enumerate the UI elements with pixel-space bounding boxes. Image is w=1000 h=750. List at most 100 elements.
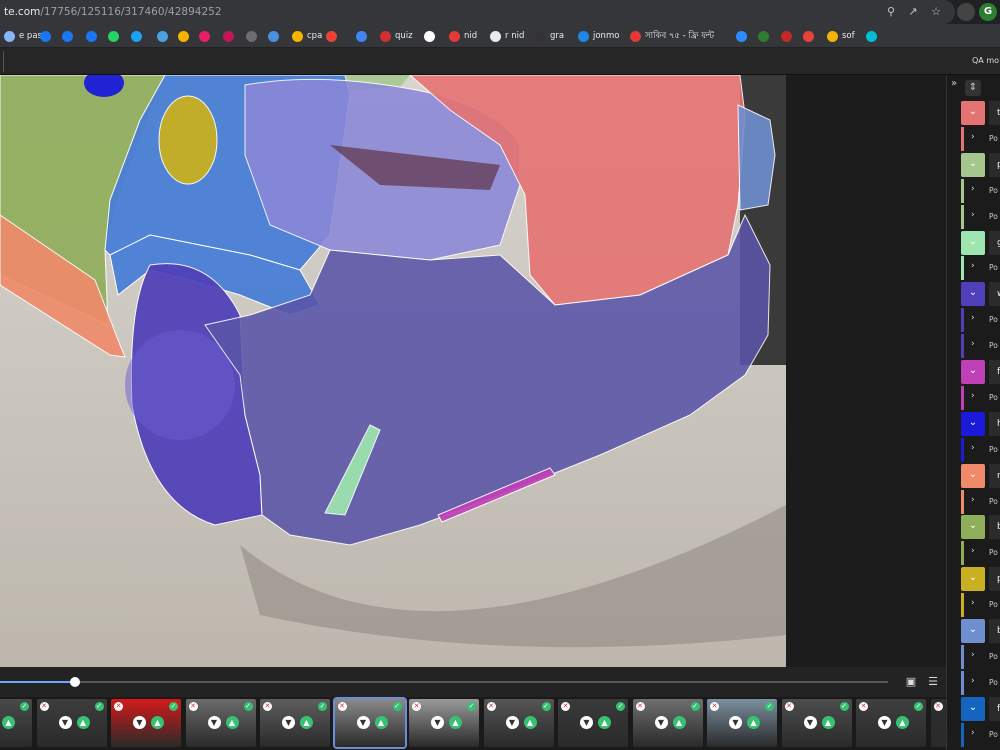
polygon-item[interactable]: › Po	[961, 334, 1000, 359]
thumbnail-item[interactable]: ✕✓▼▲	[0, 699, 32, 747]
thumbs-up-icon[interactable]: ▲	[449, 716, 462, 729]
chevron-right-icon[interactable]: ›	[971, 728, 975, 738]
reject-icon[interactable]: ✕	[39, 702, 49, 711]
chevron-down-icon[interactable]: ⌄	[961, 101, 985, 125]
chevron-down-icon[interactable]: ⌄	[961, 515, 985, 540]
bookmark-item[interactable]	[866, 28, 881, 44]
polygon-item[interactable]: › Po	[961, 385, 1000, 410]
polygon-item[interactable]: › Po	[961, 308, 1000, 333]
bookmark-item[interactable]	[40, 28, 55, 44]
thumbs-down-icon[interactable]: ▼	[431, 716, 444, 729]
thumbs-down-icon[interactable]: ▼	[878, 716, 891, 729]
thumbnail-item[interactable]: ✕✓▼▲	[332, 697, 407, 749]
thumbs-up-icon[interactable]: ▲	[821, 716, 835, 729]
reject-icon[interactable]: ✕	[114, 702, 123, 711]
label-class-item[interactable]: ⌄ b	[961, 515, 1000, 540]
polygon-item[interactable]: › Po	[961, 644, 1000, 669]
reject-icon[interactable]: ✕	[859, 702, 868, 711]
polygon-item[interactable]: › Po	[961, 437, 1000, 462]
reject-icon[interactable]: ✕	[710, 702, 719, 711]
chevron-down-icon[interactable]: ⌄	[961, 230, 985, 255]
chevron-right-icon[interactable]: ›	[971, 391, 975, 401]
bookmark-item[interactable]: gra	[535, 28, 564, 44]
bookmark-item[interactable]	[326, 28, 341, 44]
bookmark-item[interactable]	[157, 28, 172, 44]
polygon-item[interactable]: › Po	[961, 126, 1000, 151]
chevron-right-icon[interactable]: ›	[971, 261, 975, 271]
reject-icon[interactable]: ✕	[188, 702, 198, 711]
mask-fuel-cap[interactable]	[158, 95, 218, 185]
label-class-item[interactable]: ⌄ p	[961, 567, 1000, 592]
thumbs-up-icon[interactable]: ▲	[747, 716, 760, 729]
reject-icon[interactable]: ✕	[486, 702, 496, 711]
chevron-right-icon[interactable]: ›	[971, 184, 975, 194]
thumbs-down-icon[interactable]: ▼	[803, 716, 817, 729]
bookmark-item[interactable]	[356, 28, 371, 44]
thumbs-down-icon[interactable]: ▼	[207, 716, 221, 729]
thumbs-up-icon[interactable]: ▲	[598, 716, 611, 729]
thumbs-up-icon[interactable]: ▲	[672, 716, 686, 729]
thumbnail-item[interactable]: ✕✓▼▲	[558, 699, 628, 747]
thumbnail-item[interactable]: ✕✓▼▲	[856, 699, 926, 747]
filter-icon[interactable]: ☰	[926, 675, 940, 689]
reject-icon[interactable]: ✕	[337, 702, 347, 711]
chevron-down-icon[interactable]: ⌄	[961, 619, 985, 643]
bookmark-item[interactable]	[803, 28, 818, 44]
thumbs-up-icon[interactable]: ▲	[523, 716, 537, 729]
bookmark-item[interactable]: cpa	[292, 28, 322, 44]
search-icon[interactable]: ⚲	[884, 5, 898, 19]
label-class-item[interactable]: ⌄ t	[961, 101, 1000, 125]
chevron-right-icon[interactable]: ›	[971, 339, 975, 349]
chevron-right-icon[interactable]: ›	[971, 132, 975, 142]
polygon-item[interactable]: › Po	[961, 593, 1000, 618]
thumbs-down-icon[interactable]: ▼	[356, 716, 370, 729]
bookmark-item[interactable]	[223, 28, 238, 44]
chevron-right-icon[interactable]: ›	[971, 598, 975, 608]
thumbnail-item[interactable]: ✕✓▼▲	[707, 699, 777, 747]
thumbs-up-icon[interactable]: ▲	[2, 716, 15, 729]
reject-icon[interactable]: ✕	[635, 702, 645, 711]
collapse-panel-icon[interactable]: »	[951, 78, 957, 89]
bookmark-item[interactable]	[268, 28, 283, 44]
bookmark-item[interactable]	[86, 28, 101, 44]
reject-icon[interactable]: ✕	[263, 702, 272, 711]
url-field[interactable]: te.com/17756/125116/317460/42894252	[0, 0, 955, 24]
reject-icon[interactable]: ✕	[412, 702, 421, 711]
bookmark-item[interactable]	[199, 28, 214, 44]
thumbnail-item[interactable]: ✕✓▼▲	[483, 699, 554, 747]
bookmark-item[interactable]	[62, 28, 77, 44]
thumbnail-item[interactable]: ✕✓▼▲	[632, 699, 703, 747]
chevron-right-icon[interactable]: ›	[971, 676, 975, 686]
chevron-right-icon[interactable]: ›	[971, 443, 975, 453]
thumbs-up-icon[interactable]: ▲	[76, 716, 90, 729]
bookmark-item[interactable]	[108, 28, 123, 44]
thumbs-up-icon[interactable]: ▲	[151, 716, 164, 729]
label-class-item[interactable]: ⌄ f	[961, 696, 1000, 721]
label-class-item[interactable]: ⌄ f	[961, 360, 1000, 384]
label-class-item[interactable]: ⌄w	[961, 282, 1000, 307]
thumbs-down-icon[interactable]: ▼	[133, 716, 146, 729]
thumbs-up-icon[interactable]: ▲	[374, 716, 388, 729]
bookmark-item[interactable]: r nid	[490, 28, 524, 44]
label-class-item[interactable]: ⌄ h	[961, 411, 1000, 436]
bookmark-item[interactable]: sof	[827, 28, 855, 44]
label-class-item[interactable]: ⌄ b	[961, 619, 1000, 643]
thumbs-down-icon[interactable]: ▼	[654, 716, 668, 729]
bookmark-star-icon[interactable]: ☆	[929, 5, 943, 19]
thumbnail-item[interactable]: ✕✓▼▲	[185, 699, 256, 747]
focus-frame-icon[interactable]: ▣	[904, 675, 918, 689]
share-icon[interactable]: ↗	[906, 5, 920, 19]
chevron-right-icon[interactable]: ›	[971, 546, 975, 556]
bookmark-item[interactable]: quiz	[380, 28, 413, 44]
chevron-right-icon[interactable]: ›	[971, 313, 975, 323]
thumbnail-item[interactable]: ✕✓▼▲	[111, 699, 181, 747]
thumbs-up-icon[interactable]: ▲	[225, 716, 239, 729]
qa-mode-label[interactable]: QA mo	[972, 56, 999, 65]
profile-avatar[interactable]: G	[979, 3, 997, 21]
reject-icon[interactable]: ✕	[784, 702, 794, 711]
thumbs-down-icon[interactable]: ▼	[580, 716, 593, 729]
thumbs-up-icon[interactable]: ▲	[896, 716, 909, 729]
thumbs-down-icon[interactable]: ▼	[282, 716, 295, 729]
chevron-down-icon[interactable]: ⌄	[961, 411, 985, 436]
polygon-item[interactable]: › Po	[961, 489, 1000, 514]
